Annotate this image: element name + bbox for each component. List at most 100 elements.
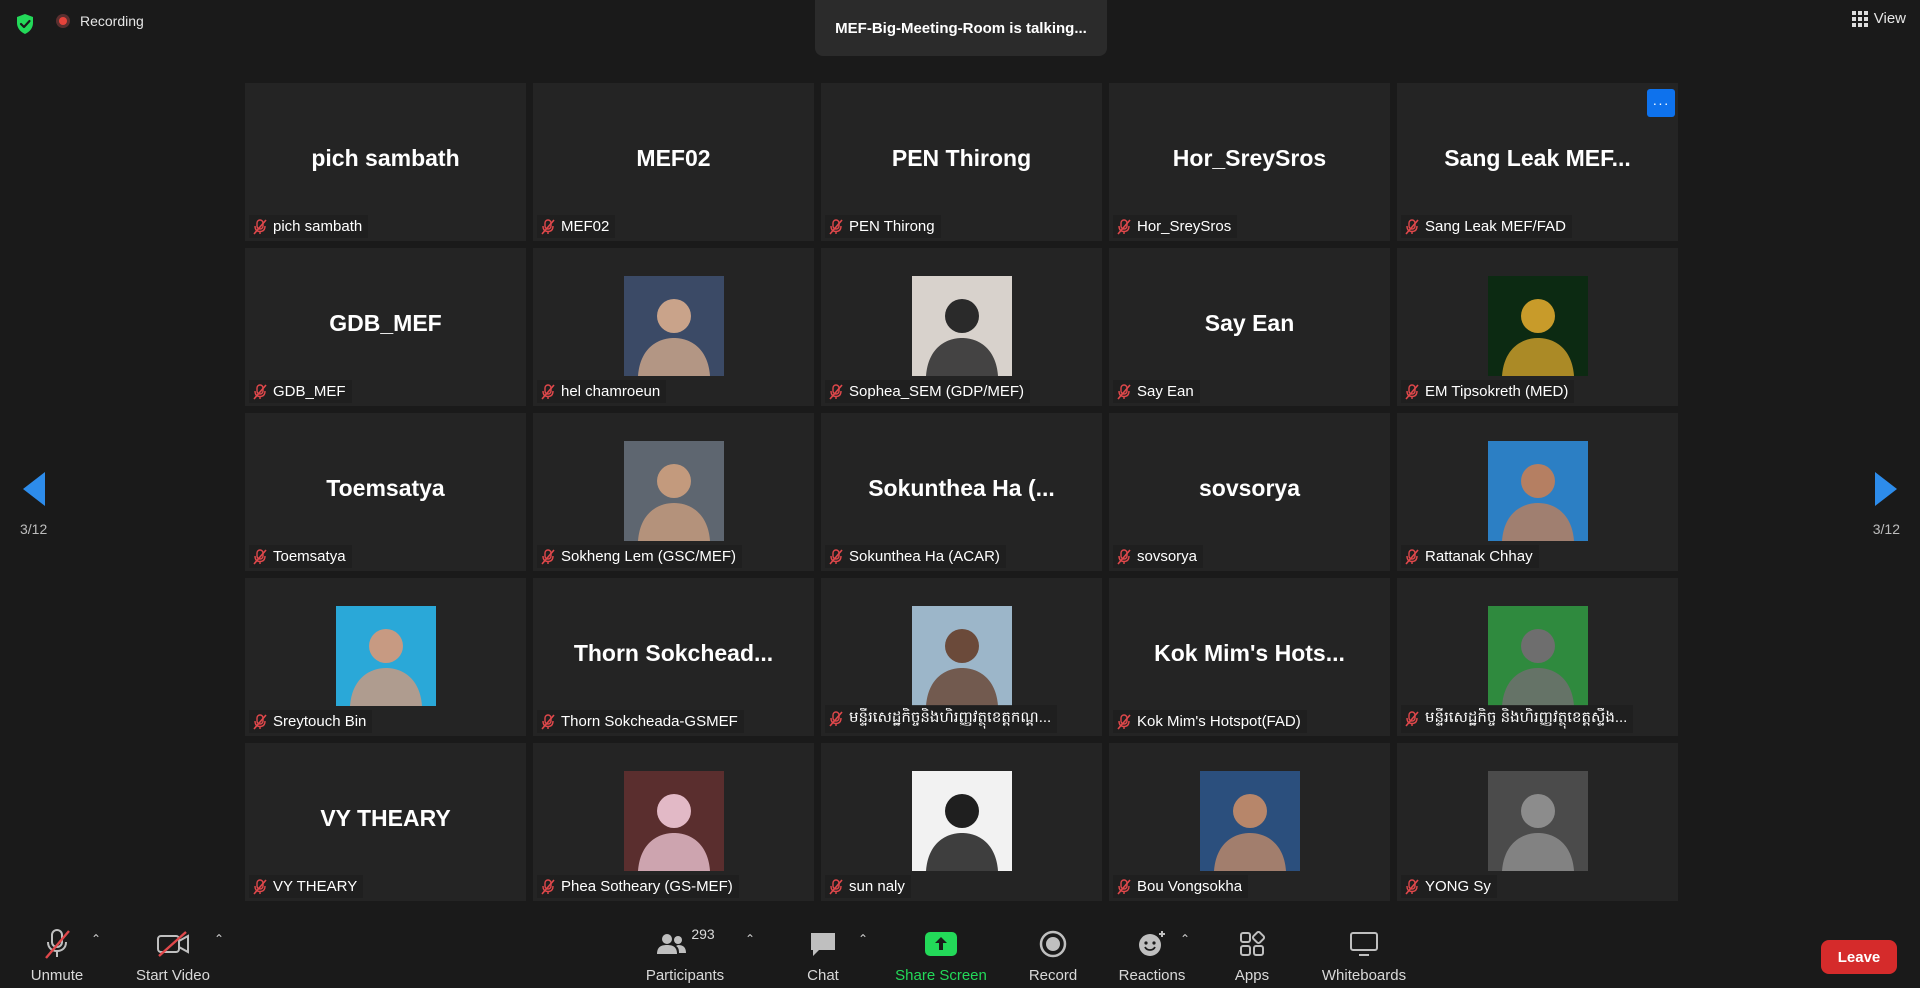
- participant-name-label: sovsorya: [1113, 545, 1204, 568]
- participant-name-label: Rattanak Chhay: [1401, 545, 1539, 568]
- recording-indicator[interactable]: Recording: [56, 13, 144, 29]
- participant-tile[interactable]: pich sambath pich sambath: [245, 83, 526, 241]
- reactions-button[interactable]: Reactions: [1118, 918, 1186, 988]
- participant-tile[interactable]: sun naly: [821, 743, 1102, 901]
- record-icon: [1039, 930, 1067, 958]
- participant-tile[interactable]: Sophea_SEM (GDP/MEF): [821, 248, 1102, 406]
- muted-mic-icon: [1117, 218, 1131, 235]
- participant-name: YONG Sy: [1425, 878, 1491, 895]
- participant-avatar: [623, 441, 724, 541]
- participant-name: Rattanak Chhay: [1425, 548, 1533, 565]
- participant-tile[interactable]: Toemsatya Toemsatya: [245, 413, 526, 571]
- participant-name-label: hel chamroeun: [537, 380, 667, 403]
- reactions-caret-icon[interactable]: ⌃: [1180, 932, 1190, 946]
- participant-tile[interactable]: Sang Leak MEF... Sang Leak MEF/FAD ···: [1397, 83, 1678, 241]
- left-arrow-icon[interactable]: [22, 472, 45, 506]
- chat-label: Chat: [807, 967, 839, 984]
- video-options-caret-icon[interactable]: ⌃: [214, 932, 224, 946]
- apps-button[interactable]: Apps: [1232, 918, 1272, 988]
- unmute-button[interactable]: Unmute: [24, 918, 90, 988]
- participant-tile[interactable]: មន្ទីរសេដ្ឋកិច្ចនិងហិរញ្ញវត្ថុខេត្តកណ្ដ.…: [821, 578, 1102, 736]
- participant-tile[interactable]: GDB_MEF GDB_MEF: [245, 248, 526, 406]
- participant-tile[interactable]: Rattanak Chhay: [1397, 413, 1678, 571]
- next-page-nav[interactable]: 3/12: [1873, 472, 1900, 537]
- participants-icon: [657, 934, 687, 954]
- participant-tile[interactable]: EM Tipsokreth (MED): [1397, 248, 1678, 406]
- participant-avatar: [1487, 276, 1588, 376]
- participant-tile[interactable]: YONG Sy: [1397, 743, 1678, 901]
- participant-tile[interactable]: VY THEARY VY THEARY: [245, 743, 526, 901]
- share-screen-icon: [925, 932, 957, 956]
- muted-mic-icon: [1405, 218, 1419, 235]
- share-screen-label: Share Screen: [895, 967, 987, 984]
- participant-tile[interactable]: Bou Vongsokha: [1109, 743, 1390, 901]
- page-indicator-right: 3/12: [1872, 521, 1900, 537]
- participant-tile[interactable]: PEN Thirong PEN Thirong: [821, 83, 1102, 241]
- muted-mic-icon: [253, 548, 267, 565]
- start-video-button[interactable]: Start Video: [133, 918, 213, 988]
- more-options-icon[interactable]: ···: [1647, 89, 1675, 117]
- recording-dot-icon: [56, 14, 70, 28]
- participant-name: Thorn Sokcheada-GSMEF: [561, 713, 738, 730]
- apps-icon: [1240, 931, 1265, 956]
- participant-avatar: [623, 276, 724, 376]
- participant-tile[interactable]: MEF02 MEF02: [533, 83, 814, 241]
- participant-name-label: Hor_SreySros: [1113, 215, 1238, 238]
- muted-mic-icon: [253, 878, 267, 895]
- participant-name-label: VY THEARY: [249, 875, 364, 898]
- active-speaker-banner: MEF-Big-Meeting-Room is talking...: [815, 0, 1107, 56]
- participant-name-label: Toemsatya: [249, 545, 352, 568]
- participant-tile[interactable]: Sokheng Lem (GSC/MEF): [533, 413, 814, 571]
- leave-button[interactable]: Leave: [1821, 940, 1897, 974]
- participant-name: sun naly: [849, 878, 905, 895]
- audio-options-caret-icon[interactable]: ⌃: [91, 932, 101, 946]
- participant-tile[interactable]: sovsorya sovsorya: [1109, 413, 1390, 571]
- unmute-label: Unmute: [30, 967, 84, 984]
- participant-tile[interactable]: មន្ទីរសេដ្ឋកិច្ច និងហិរញ្ញវត្ថុខេត្តស្ទឹ…: [1397, 578, 1678, 736]
- participant-display-name: sovsorya: [1198, 475, 1300, 501]
- participant-name-label: Sokunthea Ha (ACAR): [825, 545, 1006, 568]
- participant-tile[interactable]: Phea Sotheary (GS-MEF): [533, 743, 814, 901]
- participant-name-label: Thorn Sokcheada-GSMEF: [537, 710, 744, 733]
- right-arrow-icon[interactable]: [1875, 472, 1898, 506]
- participants-caret-icon[interactable]: ⌃: [745, 932, 755, 946]
- participant-display-name: MEF02: [636, 145, 711, 171]
- participant-avatar: [911, 771, 1012, 871]
- participant-name-label: YONG Sy: [1401, 875, 1497, 898]
- chat-bubble-icon: [811, 933, 835, 956]
- muted-mic-icon: [253, 713, 267, 730]
- chat-caret-icon[interactable]: ⌃: [858, 932, 868, 946]
- participant-tile[interactable]: hel chamroeun: [533, 248, 814, 406]
- muted-mic-icon: [253, 383, 267, 400]
- participant-name: Sokheng Lem (GSC/MEF): [561, 548, 737, 565]
- meeting-toolbar: Unmute ⌃ Start Video ⌃ 293 Participants …: [0, 918, 1920, 988]
- chat-button[interactable]: Chat: [803, 918, 843, 988]
- record-button[interactable]: Record: [1027, 918, 1079, 988]
- participant-name: Bou Vongsokha: [1137, 878, 1243, 895]
- previous-page-nav[interactable]: 3/12: [20, 472, 47, 537]
- participants-button[interactable]: 293 Participants: [643, 918, 727, 988]
- muted-mic-icon: [1117, 713, 1131, 730]
- participant-avatar: [1487, 441, 1588, 541]
- participant-tile[interactable]: Say Ean Say Ean: [1109, 248, 1390, 406]
- muted-mic-icon: [541, 218, 555, 235]
- participant-tile[interactable]: Sreytouch Bin: [245, 578, 526, 736]
- whiteboards-label: Whiteboards: [1321, 967, 1407, 984]
- participant-tile[interactable]: Sokunthea Ha (... Sokunthea Ha (ACAR): [821, 413, 1102, 571]
- participant-tile[interactable]: Kok Mim's Hots... Kok Mim's Hotspot(FAD): [1109, 578, 1390, 736]
- muted-mic-icon: [829, 548, 843, 565]
- gallery-grid-icon: [1851, 10, 1868, 27]
- view-button[interactable]: View: [1851, 10, 1906, 27]
- participant-name: pich sambath: [273, 218, 363, 235]
- participant-name-label: PEN Thirong: [825, 215, 941, 238]
- whiteboards-button[interactable]: Whiteboards: [1318, 918, 1410, 988]
- participant-tile[interactable]: Thorn Sokchead... Thorn Sokcheada-GSMEF: [533, 578, 814, 736]
- participant-name-label: មន្ទីរសេដ្ឋកិច្ចនិងហិរញ្ញវត្ថុខេត្តកណ្ដ.…: [825, 705, 1058, 733]
- participant-tile[interactable]: Hor_SreySros Hor_SreySros: [1109, 83, 1390, 241]
- record-label: Record: [1028, 967, 1078, 984]
- participant-name-label: Phea Sotheary (GS-MEF): [537, 875, 739, 898]
- share-screen-button[interactable]: Share Screen: [895, 918, 987, 988]
- security-shield-icon[interactable]: [14, 13, 36, 35]
- participant-name: Sreytouch Bin: [273, 713, 367, 730]
- page-indicator-left: 3/12: [20, 521, 48, 537]
